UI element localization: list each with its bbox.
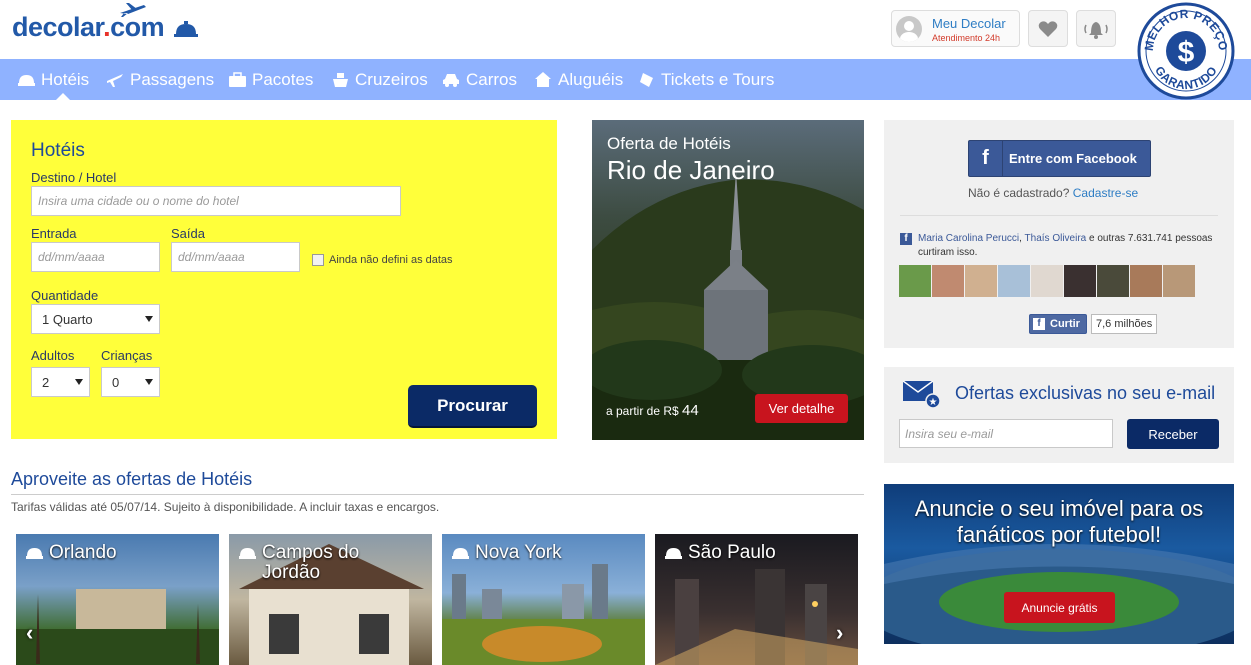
rio-offer-banner[interactable]: Oferta de Hotéis Rio de Janeiro a partir… (592, 120, 864, 440)
offer-heading: Oferta de Hotéis (607, 134, 731, 153)
adults-label: Adultos (31, 348, 75, 363)
offer-details-button[interactable]: Ver detalhe (755, 394, 848, 423)
nav-hotels[interactable]: Hotéis (18, 59, 89, 100)
deals-title: Aproveite as ofertas de Hotéis (11, 469, 253, 489)
avatar[interactable] (1064, 265, 1096, 297)
nav-cars[interactable]: Carros (442, 59, 517, 100)
no-dates-checkbox[interactable] (312, 254, 324, 266)
facebook-icon: f (969, 141, 1003, 176)
car-icon (443, 73, 459, 87)
facebook-icon: f (900, 233, 912, 245)
search-title: Hotéis (31, 140, 85, 161)
account-support: Atendimento 24h (932, 33, 1001, 43)
deal-tile-orlando[interactable]: Orlando (16, 534, 219, 665)
facebook-icon: f (1033, 318, 1045, 330)
logo-bell-icon (174, 20, 199, 37)
search-button[interactable]: Procurar (408, 385, 537, 428)
offer-city: Rio de Janeiro (607, 155, 775, 185)
deal-tile-sao-paulo[interactable]: São Paulo (655, 534, 858, 665)
divider (900, 215, 1218, 216)
like-count: 7,6 milhões (1091, 314, 1158, 334)
hotel-bell-icon (452, 548, 469, 559)
my-account-button[interactable]: Meu Decolar Atendimento 24h (891, 10, 1020, 47)
checkout-label: Saída (171, 226, 205, 241)
main-nav: Hotéis Passagens Pacotes Cruzeiros Carro… (0, 59, 1251, 100)
newsletter-title: Ofertas exclusivas no seu e-mail (955, 383, 1216, 403)
logo-plane-icon (120, 3, 146, 17)
hotel-bell-icon (18, 75, 35, 86)
facebook-social-text: f Maria Carolina Perucci, Thaís Oliveira… (900, 232, 1220, 260)
rental-ad-banner[interactable]: Anuncie o seu imóvel para os fanáticos p… (884, 484, 1234, 644)
newsletter-box: ★ Ofertas exclusivas no seu e-mail Insir… (884, 367, 1234, 463)
adults-select[interactable]: 2 (31, 367, 90, 397)
chevron-down-icon (145, 316, 153, 322)
destination-label: Destino / Hotel (31, 170, 117, 185)
avatar[interactable] (1031, 265, 1063, 297)
svg-text:★: ★ (929, 397, 938, 408)
avatar-icon (896, 16, 922, 42)
deals-divider (11, 494, 864, 495)
checkin-input[interactable]: dd/mm/aaaa (31, 242, 160, 272)
carousel-prev-icon[interactable]: ‹ (26, 620, 33, 646)
hotel-search-form: Hotéis Destino / Hotel Insira uma cidade… (11, 120, 557, 439)
advertise-button[interactable]: Anuncie grátis (1004, 592, 1115, 623)
bell-icon (1084, 21, 1108, 39)
hotel-bell-icon (665, 548, 682, 559)
children-select[interactable]: 0 (101, 367, 160, 397)
facebook-login-button[interactable]: f Entre com Facebook (968, 140, 1151, 177)
nav-rentals[interactable]: Aluguéis (534, 59, 623, 100)
house-icon (535, 72, 551, 87)
facebook-login-box: f Entre com Facebook Não é cadastrado? C… (884, 120, 1234, 348)
nav-cruises[interactable]: Cruzeiros (332, 59, 428, 100)
children-label: Crianças (101, 348, 153, 363)
nav-tickets-tours[interactable]: Tickets e Tours (639, 59, 774, 100)
carousel-next-icon[interactable]: › (836, 620, 843, 646)
signup-link[interactable]: Cadastre-se (1073, 186, 1138, 200)
account-name: Meu Decolar (932, 16, 1006, 31)
quantity-label: Quantidade (31, 288, 99, 303)
heart-icon (1038, 20, 1058, 37)
hotel-bell-icon (26, 548, 43, 559)
deal-tile-campos-do-jordao[interactable]: Campos do Jordão (229, 534, 432, 665)
destination-input[interactable]: Insira uma cidade ou o nome do hotel (31, 186, 401, 216)
avatar[interactable] (932, 265, 964, 297)
avatar[interactable] (1163, 265, 1195, 297)
ticket-icon (640, 72, 653, 87)
chevron-down-icon (145, 379, 153, 385)
avatar[interactable] (1130, 265, 1162, 297)
checkout-input[interactable]: dd/mm/aaaa (171, 242, 300, 272)
checkin-label: Entrada (31, 226, 77, 241)
avatar[interactable] (899, 265, 931, 297)
decolar-logo[interactable]: decolar.com (12, 3, 199, 43)
offer-price: a partir de R$ 44 (606, 402, 699, 419)
site-header: decolar.com Meu Decolar Atendimento 24h … (0, 0, 1251, 100)
deal-tile-nova-york[interactable]: Nova York (442, 534, 645, 665)
nav-flights[interactable]: Passagens (106, 59, 214, 100)
svg-text:$: $ (1178, 36, 1195, 69)
cruise-ship-icon (333, 72, 348, 87)
subscribe-button[interactable]: Receber (1127, 419, 1219, 449)
facebook-like-button[interactable]: f Curtir (1029, 314, 1087, 334)
no-dates-label: Ainda não defini as datas (329, 254, 453, 266)
avatar[interactable] (998, 265, 1030, 297)
favorites-button[interactable] (1028, 10, 1068, 47)
plane-icon (107, 73, 123, 87)
best-price-seal: MELHOR PREÇO GARANTIDO $ (1137, 2, 1235, 100)
nav-packages[interactable]: Pacotes (229, 59, 313, 100)
suitcase-icon (229, 72, 246, 87)
deals-subtitle: Tarifas válidas até 05/07/14. Sujeito à … (11, 500, 440, 514)
avatar[interactable] (965, 265, 997, 297)
chevron-down-icon (75, 379, 83, 385)
notifications-button[interactable] (1076, 10, 1116, 47)
hotel-bell-icon (239, 548, 256, 559)
email-field[interactable]: Insira seu e-mail (899, 419, 1113, 448)
avatar[interactable] (1097, 265, 1129, 297)
ad-headline: Anuncie o seu imóvel para os fanáticos p… (914, 496, 1204, 547)
rooms-select[interactable]: 1 Quarto (31, 304, 160, 334)
friend-faces (899, 265, 1196, 297)
envelope-icon: ★ (903, 381, 941, 409)
signup-prompt: Não é cadastrado? Cadastre-se (968, 186, 1139, 200)
